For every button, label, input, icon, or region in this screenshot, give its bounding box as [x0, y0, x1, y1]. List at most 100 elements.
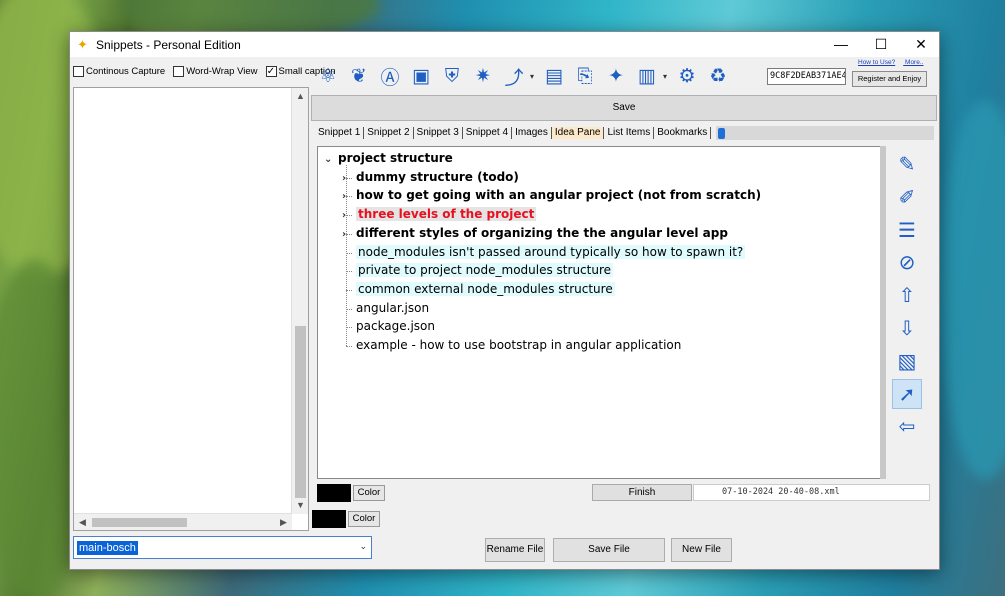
- checkbox-box[interactable]: [73, 65, 84, 77]
- file-timestamp: 07-10-2024 20-40-08.xml: [693, 484, 930, 501]
- chevron-right-icon[interactable]: ›: [342, 188, 356, 205]
- tree-scrollbar[interactable]: [880, 146, 886, 479]
- tree-node[interactable]: example - how to use bootstrap in angula…: [342, 337, 681, 354]
- register-button[interactable]: Register and Enjoy: [852, 71, 927, 87]
- tree-node[interactable]: › how to get going with an angular projec…: [342, 187, 761, 204]
- color-swatch[interactable]: [317, 484, 351, 502]
- note-icon[interactable]: ▣: [406, 62, 436, 90]
- tab-bookmarks[interactable]: Bookmarks: [654, 127, 712, 139]
- translate-icon[interactable]: ⚛: [313, 62, 343, 90]
- file-select[interactable]: main-bosch ⌄: [73, 536, 372, 559]
- checkbox-box-checked[interactable]: ✓: [265, 65, 277, 77]
- scrollbar-thumb[interactable]: [295, 326, 306, 498]
- background-sea: [940, 100, 1005, 480]
- tree-node-label: three levels of the project: [356, 207, 537, 222]
- checkbox-label: Continous Capture: [86, 65, 166, 77]
- tab-idea-pane[interactable]: Idea Pane: [551, 127, 605, 139]
- tree-node[interactable]: node_modules isn't passed around typical…: [342, 244, 746, 261]
- scroll-right-icon[interactable]: ▶: [275, 514, 292, 531]
- fish-icon[interactable]: ✷: [468, 62, 498, 90]
- book-icon[interactable]: ▥: [632, 62, 662, 90]
- tree-node[interactable]: › dummy structure (todo): [342, 169, 519, 186]
- tree-node-label: how to get going with an angular project…: [356, 188, 762, 203]
- tree-node-label: angular.json: [356, 300, 430, 315]
- color-button[interactable]: Color: [353, 485, 385, 501]
- floppy-icon[interactable]: ▤: [539, 62, 569, 90]
- tab-images[interactable]: Images: [512, 127, 552, 139]
- chevron-down-icon[interactable]: ⌄: [324, 151, 338, 168]
- gear-icon[interactable]: ⚙: [672, 62, 702, 90]
- tab-scroller[interactable]: [716, 126, 934, 140]
- color-swatch[interactable]: [312, 510, 346, 528]
- vertical-scrollbar[interactable]: ▲ ▼: [291, 88, 308, 514]
- chevron-right-icon[interactable]: ›: [342, 207, 356, 224]
- tree-root-node[interactable]: ⌄ project structure: [324, 150, 453, 167]
- move-down-icon[interactable]: ⇩: [892, 313, 922, 343]
- tab-snippet-4[interactable]: Snippet 4: [463, 127, 513, 139]
- tab-bar: Snippet 1 Snippet 2 Snippet 3 Snippet 4 Imag…: [315, 125, 712, 141]
- horizontal-scrollbar[interactable]: ◀ ▶: [74, 513, 292, 530]
- tree-node-label: package.json: [356, 319, 436, 334]
- link-icon[interactable]: ⤴: [499, 62, 529, 90]
- close-button[interactable]: ✕: [901, 32, 941, 57]
- tree-node-label: example - how to use bootstrap in angula…: [356, 338, 682, 352]
- scrollbar-thumb[interactable]: [92, 518, 187, 527]
- finish-button[interactable]: Finish: [592, 484, 692, 501]
- scroll-left-icon[interactable]: ◀: [74, 514, 91, 531]
- tab-list-items[interactable]: List Items: [604, 127, 655, 139]
- minimize-icon: —: [834, 36, 848, 52]
- minimize-button[interactable]: —: [821, 32, 861, 57]
- cursor-select-icon[interactable]: ➚: [892, 378, 922, 409]
- scroll-down-icon[interactable]: ▼: [292, 497, 309, 514]
- tab-scroller-knob[interactable]: [718, 128, 725, 139]
- clipboard-icon[interactable]: ⎘: [570, 62, 600, 90]
- add-node-icon[interactable]: ✎: [892, 149, 922, 179]
- tab-snippet-3[interactable]: Snippet 3: [414, 127, 463, 139]
- save-file-button[interactable]: Save File: [553, 538, 665, 562]
- more-link[interactable]: More..: [905, 59, 923, 66]
- move-up-icon[interactable]: ⇧: [892, 280, 922, 310]
- tree-node[interactable]: angular.json: [342, 300, 429, 317]
- leaf-icon[interactable]: ❦: [344, 62, 374, 90]
- tab-snippet-1[interactable]: Snippet 1: [315, 127, 365, 139]
- recycle-bin-icon[interactable]: ♻: [703, 62, 733, 90]
- chevron-down-icon[interactable]: ⌄: [359, 541, 367, 552]
- snippet-list[interactable]: ▲ ▼ ◀ ▶: [73, 87, 309, 531]
- back-arrow-icon[interactable]: ⇦: [892, 411, 922, 441]
- tree-node[interactable]: › different styles of organizing the the …: [342, 225, 728, 242]
- dropdown-arrow-icon[interactable]: ▾: [530, 72, 538, 81]
- word-wrap-checkbox[interactable]: Word-Wrap View: [173, 65, 258, 77]
- scroll-up-icon[interactable]: ▲: [292, 88, 309, 105]
- new-file-button[interactable]: New File: [671, 538, 732, 562]
- font-a-icon[interactable]: Ⓐ: [375, 62, 405, 90]
- tree-node-label: different styles of organizing the the a…: [356, 225, 728, 240]
- file-select-value: main-bosch: [77, 541, 138, 555]
- tab-snippet-2[interactable]: Snippet 2: [364, 127, 414, 139]
- chevron-right-icon[interactable]: ›: [342, 170, 356, 187]
- rename-file-button[interactable]: Rename File: [485, 538, 545, 562]
- maximize-button[interactable]: ☐: [861, 32, 901, 57]
- tree-node[interactable]: common external node_modules structure: [342, 281, 615, 298]
- serial-field[interactable]: 9C8F2DEAB371AE4: [767, 68, 846, 85]
- tree-node[interactable]: › three levels of the project: [342, 206, 537, 224]
- add-child-icon[interactable]: ✐: [892, 182, 922, 212]
- help-links: How to Use? More..: [858, 59, 931, 66]
- bulb-icon[interactable]: ✦: [601, 62, 631, 90]
- idea-tree[interactable]: ⌄ project structure › dummy structure (todo…: [317, 146, 884, 479]
- tree-node[interactable]: private to project node_modules structur…: [342, 262, 614, 279]
- dropdown-arrow-icon[interactable]: ▾: [663, 72, 671, 81]
- edit-lines-icon[interactable]: ☰: [892, 215, 922, 245]
- continuous-capture-checkbox[interactable]: Continous Capture: [73, 65, 166, 77]
- color-button[interactable]: Color: [348, 511, 380, 527]
- tree-node[interactable]: package.json: [342, 318, 435, 335]
- tree-node-label: common external node_modules structure: [356, 281, 615, 296]
- picture-icon[interactable]: ▧: [892, 346, 922, 376]
- checkbox-box[interactable]: [173, 65, 185, 77]
- chevron-right-icon[interactable]: ›: [342, 226, 356, 243]
- delete-icon[interactable]: ⊘: [892, 247, 922, 277]
- tree-action-strip: ✎ ✐ ☰ ⊘ ⇧ ⇩ ▧ ➚ ⇦: [889, 146, 933, 479]
- toolbar: ⚛ ❦ Ⓐ ▣ ⛨ ✷ ⤴ ▾ ▤ ⎘ ✦ ▥ ▾ ⚙ ♻: [313, 61, 768, 91]
- save-button[interactable]: Save: [311, 95, 937, 121]
- how-to-use-link[interactable]: How to Use?: [858, 59, 895, 66]
- shield-check-icon[interactable]: ⛨: [437, 62, 467, 90]
